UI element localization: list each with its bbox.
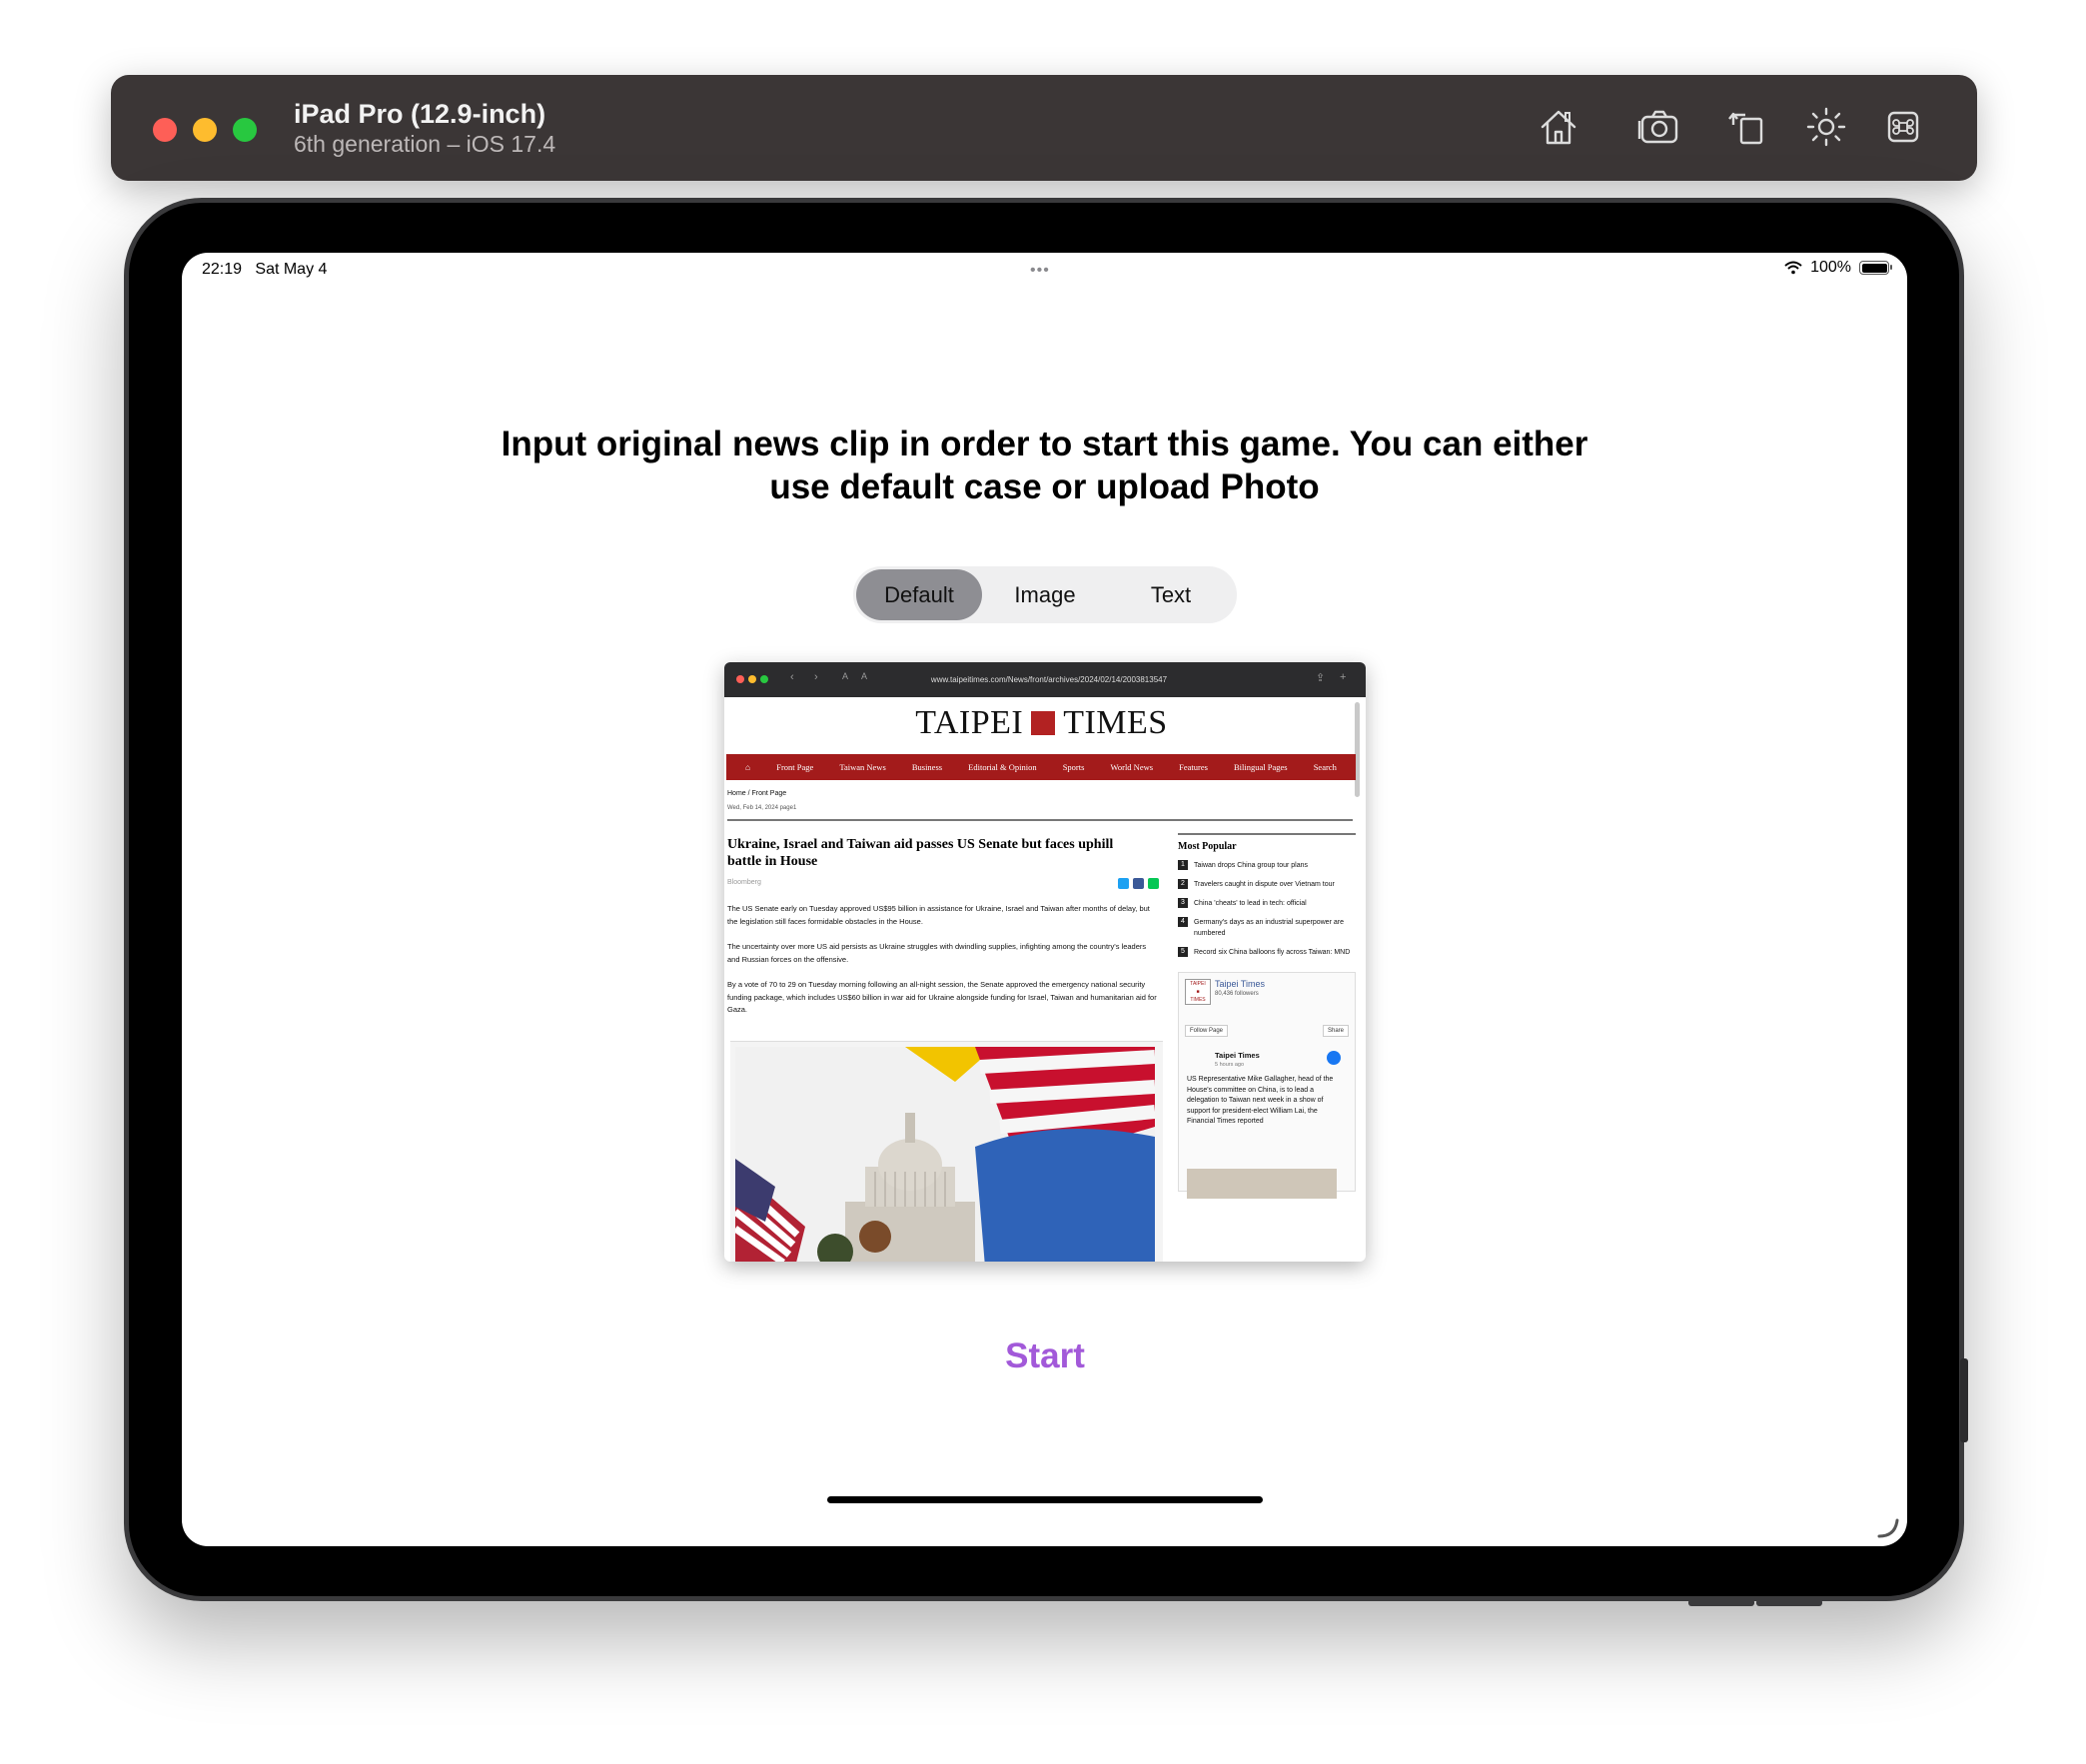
logo-seal-icon (1031, 711, 1056, 735)
fb-post-text: US Representative Mike Gallagher, head o… (1187, 1076, 1334, 1125)
breadcrumb: Home / Front Page (727, 790, 787, 797)
status-bar-clock: 22:19 Sat May 4 (202, 261, 327, 279)
rotate-icon[interactable] (1723, 103, 1771, 151)
instruction-heading: Input original news clip in order to sta… (501, 425, 1588, 506)
forward-icon: › (814, 671, 818, 683)
line-icon (1148, 878, 1159, 889)
text-size-icon: A (842, 671, 849, 681)
facebook-icon (1133, 878, 1144, 889)
popular-item: 2 Travelers caught in dispute over Vietna… (1178, 879, 1356, 890)
default-news-clip-preview: ‹ › A A www.taipeitimes.com/News/front/a… (724, 662, 1366, 1262)
fb-post-author: Taipei Times (1215, 1051, 1260, 1060)
start-button[interactable]: Start (945, 1336, 1145, 1376)
article-paragraph: The US Senate early on Tuesday approved … (727, 904, 1150, 926)
back-icon: ‹ (790, 671, 794, 683)
article-paragraph: The uncertainty over more US aid persist… (727, 942, 1147, 964)
status-bar-right: 100% (1784, 259, 1892, 277)
close-window-button[interactable] (153, 118, 177, 142)
menu-item: Editorial & Opinion (968, 762, 1037, 772)
home-indicator[interactable] (827, 1496, 1263, 1503)
text-size-icon: A (861, 671, 868, 681)
volume-button (1688, 1599, 1754, 1606)
device-name: iPad Pro (12.9-inch) (294, 99, 546, 129)
popular-item: 3 China 'cheats' to lead in tech: officia… (1178, 898, 1356, 909)
ipad-screen: 22:19 Sat May 4 ••• 100% Input original … (182, 253, 1907, 1546)
twitter-icon (1118, 878, 1129, 889)
side-button (1960, 1358, 1968, 1442)
home-icon: ⌂ (745, 762, 751, 772)
share-icon: ⇪ (1316, 672, 1326, 684)
site-nav-menu: ⌂ Front Page Taiwan News Business Editor… (726, 754, 1356, 780)
fb-share-button: Share (1322, 1025, 1349, 1037)
fb-follow-button: Follow Page (1185, 1025, 1229, 1037)
appearance-icon[interactable] (1802, 103, 1850, 151)
article-source: Bloomberg (727, 879, 761, 886)
resize-corner-icon (1877, 1518, 1899, 1538)
divider (727, 819, 1353, 821)
capitol-flags-photo (735, 1047, 1155, 1262)
article-paragraph: By a vote of 70 to 29 on Tuesday morning… (727, 980, 1157, 1014)
status-date: Sat May 4 (255, 261, 328, 278)
screenshot-icon[interactable] (1635, 103, 1683, 151)
simulator-titlebar: iPad Pro (12.9-inch) 6th generation – iO… (111, 75, 1977, 181)
home-icon[interactable] (1535, 103, 1582, 151)
popular-item: 4 Germany's days as an industrial superpo… (1178, 917, 1356, 939)
article-date: Wed, Feb 14, 2024 page1 (727, 805, 797, 811)
input-mode-segmented-control: Default Image Text (853, 566, 1237, 623)
battery-percentage: 100% (1810, 259, 1851, 276)
device-os: 6th generation – iOS 17.4 (294, 131, 556, 157)
browser-url: www.taipeitimes.com/News/front/archives/… (930, 675, 1168, 684)
article-photo (730, 1041, 1163, 1262)
wifi-icon (1784, 261, 1802, 275)
menu-item: Front Page (776, 762, 814, 772)
status-time: 22:19 (202, 261, 243, 278)
fb-post-time: 5 hours ago (1215, 1062, 1245, 1068)
most-popular-heading: Most Popular (1178, 833, 1356, 852)
volume-button (1756, 1599, 1822, 1606)
page-avatar: TAIPEI ■ TIMES (1185, 979, 1211, 1005)
segment-image[interactable]: Image (982, 569, 1108, 620)
fb-post-image (1187, 1169, 1337, 1199)
sidebar: Most Popular 1 Taiwan drops China group t… (1178, 833, 1356, 1199)
menu-item: Features (1179, 762, 1208, 772)
minimize-window-button[interactable] (193, 118, 217, 142)
fb-followers: 80,436 followers (1215, 991, 1259, 997)
facebook-widget: TAIPEI ■ TIMES Taipei Times 80,436 followe… (1178, 972, 1356, 1199)
command-icon[interactable] (1879, 103, 1927, 151)
menu-item: Taiwan News (839, 762, 886, 772)
browser-toolbar: ‹ › A A www.taipeitimes.com/News/front/a… (724, 662, 1366, 697)
facebook-icon (1327, 1051, 1341, 1065)
popular-item: 1 Taiwan drops China group tour plans (1178, 860, 1356, 871)
segment-default[interactable]: Default (856, 569, 982, 620)
menu-item: Business (911, 762, 943, 772)
menu-item: Bilingual Pages (1234, 762, 1288, 772)
menu-item: Sports (1062, 762, 1085, 772)
zoom-window-button[interactable] (233, 118, 257, 142)
article-headline: Ukraine, Israel and Taiwan aid passes US… (727, 837, 1114, 869)
multitasking-dots[interactable]: ••• (1030, 262, 1050, 280)
battery-icon (1859, 261, 1892, 275)
menu-item: Search (1313, 762, 1337, 772)
segment-text[interactable]: Text (1108, 569, 1234, 620)
share-icons (1118, 878, 1159, 889)
fb-page-name: Taipei Times (1215, 979, 1266, 989)
new-tab-icon: + (1340, 671, 1347, 683)
popular-item: 5 Record six China balloons fly across Ta… (1178, 947, 1356, 958)
menu-item: World News (1110, 762, 1154, 772)
taipei-times-logo: TAIPEI TIMES (915, 704, 1168, 741)
